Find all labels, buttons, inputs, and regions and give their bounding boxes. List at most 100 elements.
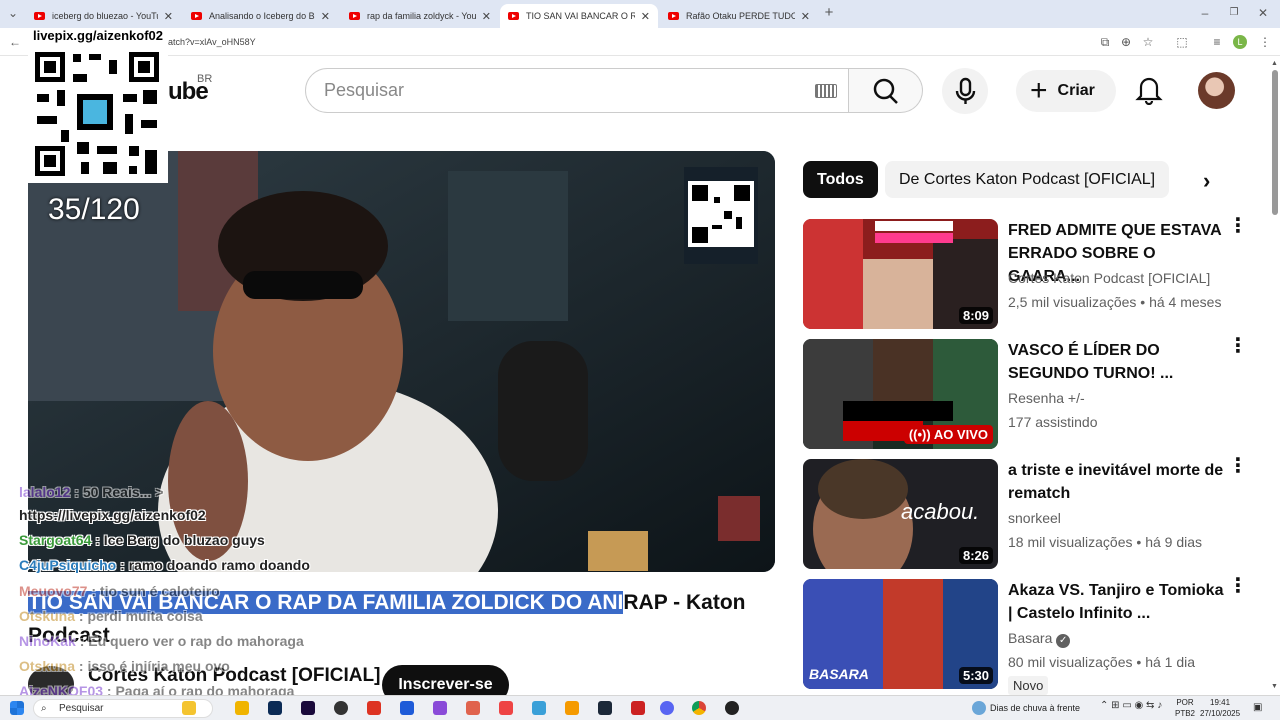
search-input[interactable]: Pesquisar: [305, 68, 849, 113]
app-icon[interactable]: [565, 701, 579, 715]
extensions-icon[interactable]: ⬚: [1175, 35, 1189, 49]
close-icon[interactable]: ✕: [164, 10, 173, 23]
acrobat-icon[interactable]: [367, 701, 381, 715]
app-icon[interactable]: [400, 701, 414, 715]
weather-text[interactable]: Dias de chuva à frente: [990, 703, 1080, 713]
more-options-icon[interactable]: ⋮: [1228, 576, 1248, 596]
language-indicator[interactable]: POR PTB2: [1175, 697, 1195, 719]
live-icon: ((•)): [908, 427, 934, 442]
recommendation-meta: 18 mil visualizações • há 9 dias: [1008, 534, 1203, 550]
recommendation-item[interactable]: 8:09 FRED ADMITE QUE ESTAVA ERRADO SOBRE…: [803, 216, 1263, 329]
app-icon[interactable]: [532, 701, 546, 715]
recommendation-title[interactable]: a triste e inevitável morte de rematch: [1008, 459, 1228, 505]
video-thumbnail[interactable]: ((•)) AO VIVO: [803, 339, 998, 449]
close-icon[interactable]: ✕: [801, 10, 810, 23]
chat-text: : 50 Reais... >: [74, 484, 164, 500]
keyboard-icon[interactable]: [815, 84, 837, 98]
close-icon[interactable]: ✕: [321, 10, 330, 23]
scroll-up-icon[interactable]: ▲: [1271, 60, 1278, 67]
live-badge: ((•)) AO VIVO: [903, 425, 993, 444]
tab-title: rap da familia zoldyck - YouTu...: [367, 11, 476, 21]
windows-start-icon[interactable]: [10, 701, 24, 715]
obs-icon[interactable]: [334, 701, 348, 715]
premiere-icon[interactable]: [301, 701, 315, 715]
url-field[interactable]: atch?v=xlAv_oHN58Y: [168, 37, 256, 47]
tab-search-icon[interactable]: ⌄: [6, 6, 20, 20]
recommendation-channel[interactable]: snorkeel: [1008, 510, 1061, 526]
minimize-icon[interactable]: –: [1198, 6, 1212, 20]
scrollbar-thumb[interactable]: [1272, 70, 1278, 215]
notification-icon[interactable]: ▣: [1253, 702, 1262, 713]
photoshop-icon[interactable]: [268, 701, 282, 715]
app-icon[interactable]: [725, 701, 739, 715]
back-icon[interactable]: ←: [8, 35, 22, 49]
chat-message: Stargoat64 : Ice Berg do bluzao guys: [19, 532, 265, 548]
search-icon: [873, 78, 898, 104]
chip-channel[interactable]: De Cortes Katon Podcast [OFICIAL]: [885, 161, 1170, 198]
browser-tab[interactable]: Analisando o Iceberg do Bluez... ✕: [183, 4, 338, 28]
file-explorer-icon[interactable]: [235, 701, 249, 715]
zoom-icon[interactable]: ⊕: [1119, 35, 1133, 49]
app-icon[interactable]: [466, 701, 480, 715]
create-button[interactable]: + Criar: [1016, 70, 1116, 112]
create-label: Criar: [1057, 82, 1095, 99]
scroll-down-icon[interactable]: ▼: [1271, 683, 1278, 690]
voice-search-button[interactable]: [942, 68, 988, 114]
more-options-icon[interactable]: ⋮: [1228, 336, 1248, 356]
browser-tab-active[interactable]: TIO SAN VAI BANCAR O RAP D... ✕: [500, 4, 658, 28]
tab-title: Rafão Otaku PERDE TUDO NO...: [686, 11, 795, 21]
video-duration: 5:30: [958, 667, 993, 684]
browser-tab[interactable]: iceberg do bluezao - YouTube ✕: [26, 4, 181, 28]
chat-message: Otskuna : perdi muita coisa: [19, 608, 203, 624]
browser-tab[interactable]: rap da familia zoldyck - YouTu... ✕: [341, 4, 499, 28]
video-duration: 8:26: [958, 547, 993, 564]
chip-all[interactable]: Todos: [803, 161, 878, 198]
discord-icon[interactable]: [660, 701, 674, 715]
user-avatar[interactable]: [1198, 72, 1235, 109]
chat-text: : perdi muita coisa: [78, 608, 203, 624]
close-window-icon[interactable]: ✕: [1256, 6, 1270, 20]
chrome-icon[interactable]: [692, 701, 706, 715]
install-icon[interactable]: ⧉: [1098, 35, 1112, 49]
tray-icons[interactable]: ⌃ ⊞ ▭ ◉ ⇆ ♪: [1100, 700, 1162, 711]
close-icon[interactable]: ✕: [641, 10, 650, 23]
more-options-icon[interactable]: ⋮: [1228, 216, 1248, 236]
close-icon[interactable]: ✕: [482, 10, 491, 23]
qr-label: livepix.gg/aizenkof02: [32, 28, 164, 43]
widget-icon[interactable]: [182, 701, 196, 715]
app-icon[interactable]: [433, 701, 447, 715]
bookmark-star-icon[interactable]: ☆: [1141, 35, 1155, 49]
recommendation-channel[interactable]: Basara ✓: [1008, 630, 1071, 648]
recommendation-channel[interactable]: Resenha +/-: [1008, 390, 1085, 406]
chat-user: Otskuna: [19, 658, 76, 674]
search-button[interactable]: [849, 68, 923, 113]
clock[interactable]: 19:41 27/10/2025: [1200, 697, 1240, 719]
video-thumbnail[interactable]: acabou. 8:26: [803, 459, 998, 569]
media-icon[interactable]: ≡: [1210, 35, 1224, 49]
app-icon[interactable]: [631, 701, 645, 715]
microphone-icon: [955, 77, 976, 104]
new-tab-icon[interactable]: +: [822, 5, 836, 20]
recommendation-channel[interactable]: Cortes Katon Podcast [OFICIAL]: [1008, 270, 1210, 286]
recommendation-item[interactable]: BASARA 5:30 Akaza VS. Tanjiro e Tomioka …: [803, 576, 1263, 695]
youtube-favicon-icon: [508, 12, 519, 20]
video-thumbnail[interactable]: BASARA 5:30: [803, 579, 998, 689]
profile-avatar[interactable]: L: [1233, 35, 1247, 49]
chat-message: Otskuna : isso é injíria meu ovo: [19, 658, 230, 674]
recommendation-item[interactable]: ((•)) AO VIVO VASCO É LÍDER DO SEGUNDO T…: [803, 336, 1263, 449]
recommendation-title[interactable]: Akaza VS. Tanjiro e Tomioka | Castelo In…: [1008, 579, 1228, 625]
more-options-icon[interactable]: ⋮: [1228, 456, 1248, 476]
youtube-favicon-icon: [668, 12, 679, 20]
browser-tab[interactable]: Rafão Otaku PERDE TUDO NO... ✕: [660, 4, 818, 28]
video-thumbnail[interactable]: 8:09: [803, 219, 998, 329]
restore-icon[interactable]: ❐: [1227, 6, 1241, 20]
donation-counter: 35/120: [48, 193, 140, 226]
recommendation-item[interactable]: acabou. 8:26 a triste e inevitável morte…: [803, 456, 1263, 569]
menu-dots-icon[interactable]: ⋮: [1258, 35, 1272, 49]
recommendation-title[interactable]: VASCO É LÍDER DO SEGUNDO TURNO! ...: [1008, 339, 1228, 385]
app-icon[interactable]: [499, 701, 513, 715]
taskbar: Pesquisar ⌕ Dias de chuva à frente ⌃ ⊞ ▭ …: [0, 695, 1280, 720]
chevron-right-icon[interactable]: ›: [1203, 168, 1210, 194]
notifications-bell-icon[interactable]: [1135, 75, 1163, 105]
steam-icon[interactable]: [598, 701, 612, 715]
